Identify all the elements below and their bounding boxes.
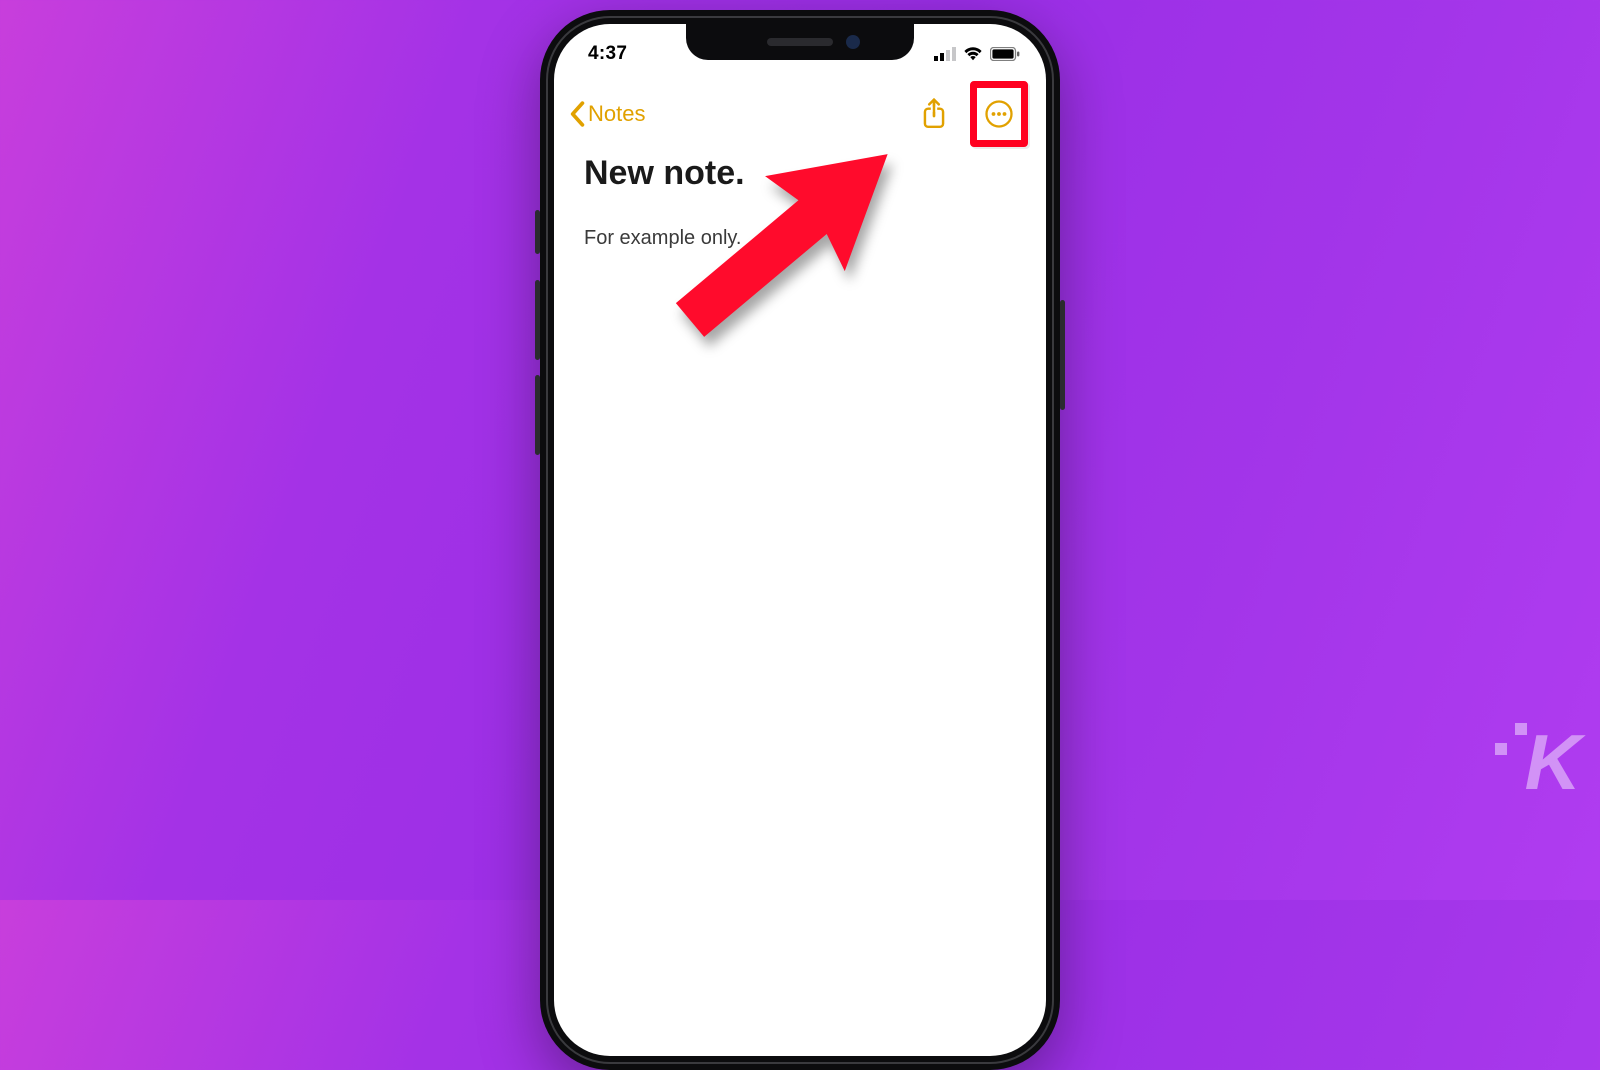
volume-down-button [535, 375, 540, 455]
status-right [934, 47, 1020, 61]
front-camera [846, 35, 860, 49]
more-options-button[interactable] [980, 90, 1018, 138]
battery-icon [990, 47, 1020, 61]
note-body[interactable]: For example only. [584, 227, 1016, 250]
ellipsis-circle-icon [984, 99, 1014, 129]
wifi-icon [963, 47, 983, 61]
cellular-icon [934, 47, 956, 61]
note-content[interactable]: New note. For example only. [584, 154, 1016, 250]
phone-frame: 4:37 [540, 10, 1060, 1070]
watermark: K [1525, 717, 1578, 808]
notch [686, 24, 914, 60]
mute-switch [535, 210, 540, 254]
share-button[interactable] [912, 92, 956, 136]
phone-screen: 4:37 [554, 24, 1046, 1056]
chevron-left-icon [568, 101, 586, 127]
status-time: 4:37 [588, 43, 627, 65]
annotation-highlight [970, 81, 1028, 147]
share-icon [921, 98, 947, 130]
back-button[interactable]: Notes [568, 101, 645, 127]
speaker-grille [767, 38, 833, 46]
note-title[interactable]: New note. [584, 154, 1016, 193]
back-label: Notes [588, 101, 645, 127]
watermark-text: K [1525, 718, 1578, 806]
nav-bar: Notes [554, 84, 1046, 144]
power-button [1060, 300, 1065, 410]
volume-up-button [535, 280, 540, 360]
